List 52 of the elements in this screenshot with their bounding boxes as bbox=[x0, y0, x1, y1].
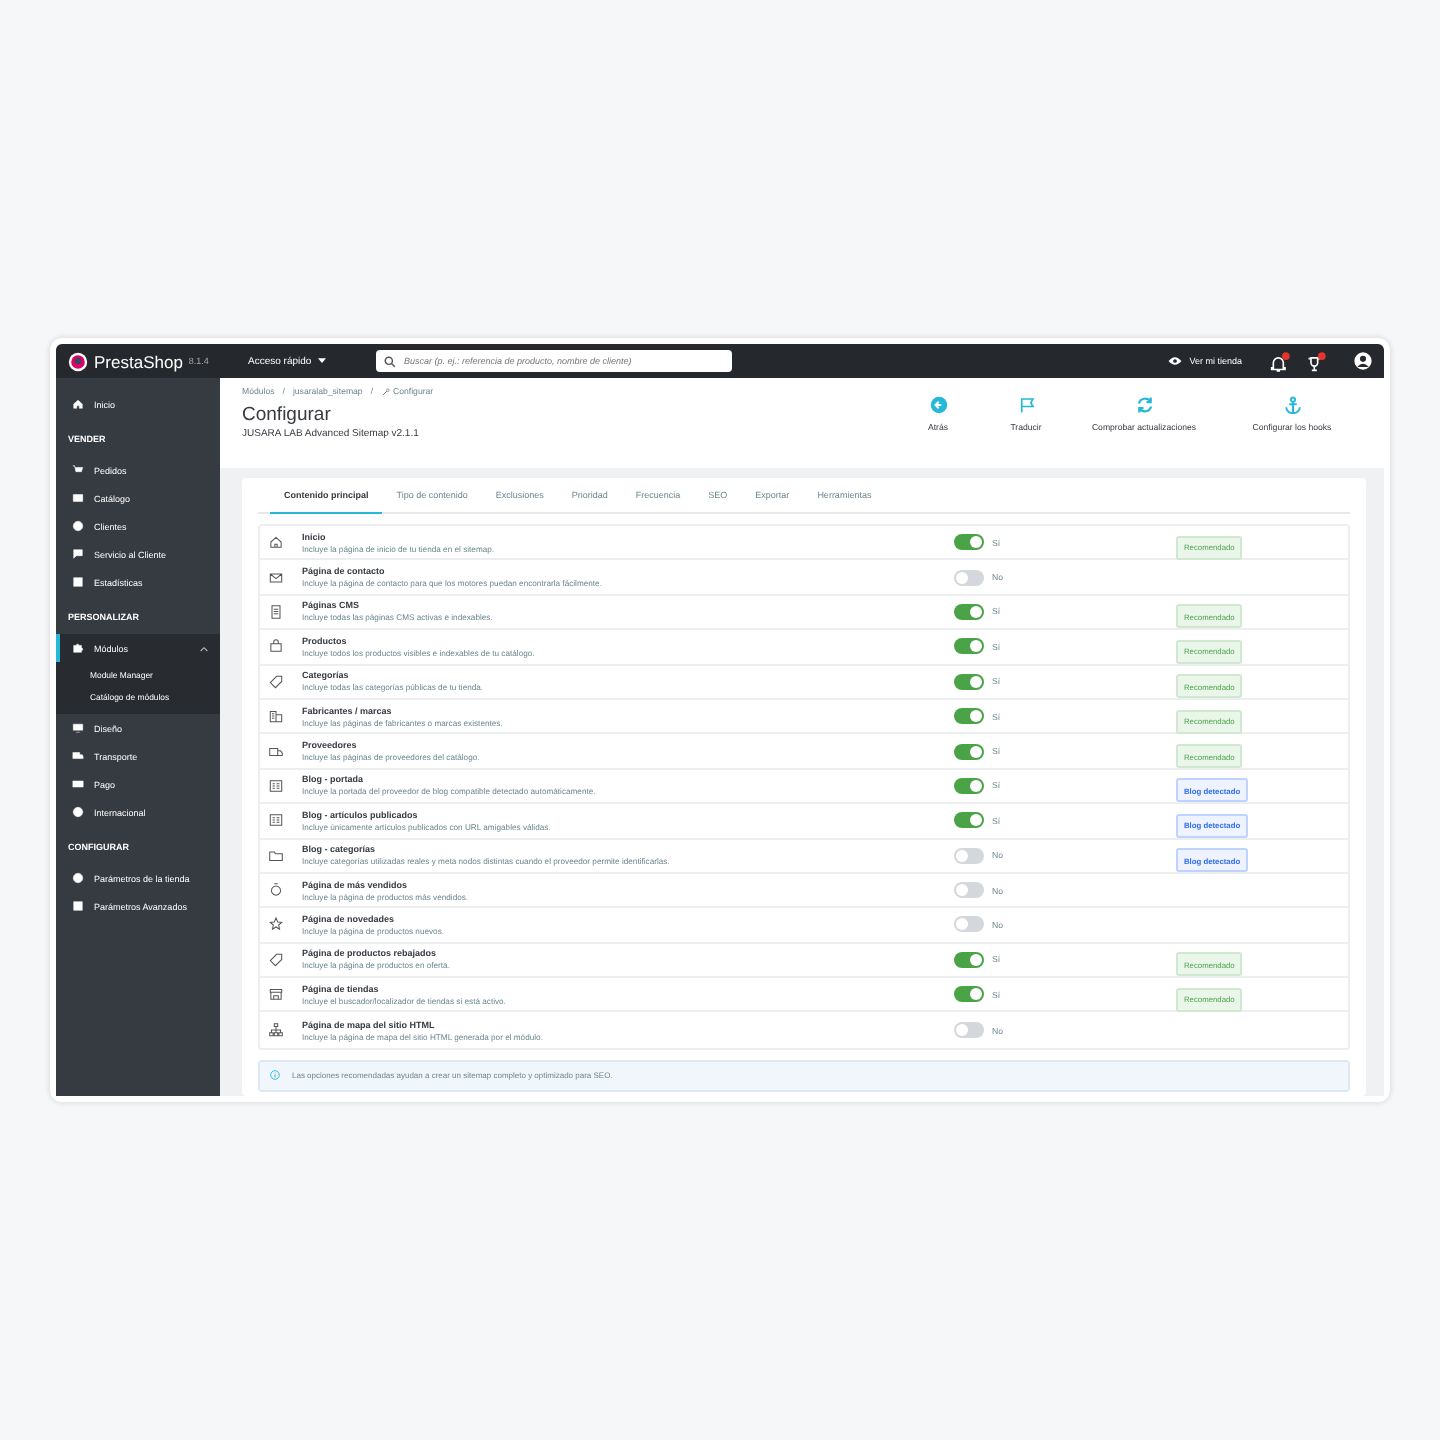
sitemap-icon bbox=[268, 1022, 284, 1039]
folder-icon bbox=[268, 847, 284, 864]
puzzle-icon bbox=[72, 642, 84, 654]
refresh-icon[interactable] bbox=[1135, 396, 1153, 414]
caret-icon bbox=[317, 358, 326, 364]
toggle-switch[interactable] bbox=[954, 638, 984, 655]
toggle-switch[interactable] bbox=[954, 847, 984, 864]
monitor-icon bbox=[72, 722, 84, 734]
toggle-switch[interactable] bbox=[954, 882, 984, 899]
truck-icon bbox=[72, 750, 84, 762]
toggle-switch[interactable] bbox=[954, 951, 984, 968]
flag-icon[interactable] bbox=[1017, 396, 1035, 414]
toggle-switch[interactable] bbox=[954, 743, 984, 760]
bag-icon bbox=[268, 638, 284, 655]
trophy-icon[interactable] bbox=[1306, 351, 1326, 371]
chat-icon bbox=[72, 548, 84, 560]
back-icon[interactable] bbox=[929, 396, 947, 414]
info-icon bbox=[270, 1070, 280, 1081]
badge-icon bbox=[268, 882, 284, 899]
wrench-icon bbox=[381, 387, 390, 395]
star-icon bbox=[268, 916, 284, 933]
bell-icon[interactable] bbox=[1270, 351, 1290, 371]
toggle-switch[interactable] bbox=[954, 1022, 984, 1039]
logo-icon bbox=[68, 351, 88, 371]
toggle-switch[interactable] bbox=[954, 673, 984, 690]
page-title: Configurar bbox=[242, 404, 333, 426]
anchor-icon[interactable] bbox=[1283, 396, 1301, 414]
toggle-switch[interactable] bbox=[954, 603, 984, 620]
toggle-switch[interactable] bbox=[954, 569, 984, 586]
tag-icon bbox=[268, 951, 284, 968]
house-icon bbox=[268, 534, 284, 551]
toggle-switch[interactable] bbox=[954, 986, 984, 1003]
envelope-icon bbox=[268, 569, 284, 586]
toggle-switch[interactable] bbox=[954, 777, 984, 794]
toggle-switch[interactable] bbox=[954, 916, 984, 933]
toggle-switch[interactable] bbox=[954, 534, 984, 551]
search-icon bbox=[384, 355, 396, 367]
toggle-switch[interactable] bbox=[954, 812, 984, 829]
cart-icon bbox=[72, 464, 84, 476]
home-icon bbox=[72, 398, 84, 410]
toggle-switch[interactable] bbox=[954, 708, 984, 725]
shop-icon bbox=[268, 986, 284, 1003]
user-avatar-icon[interactable] bbox=[1354, 352, 1372, 370]
document-icon bbox=[268, 603, 284, 620]
newspaper-icon bbox=[268, 777, 284, 794]
card-icon bbox=[72, 778, 84, 790]
eye-icon bbox=[1167, 356, 1182, 366]
tag-icon bbox=[268, 673, 284, 690]
truck-icon bbox=[268, 743, 284, 760]
logo[interactable]: PrestaShop bbox=[94, 351, 183, 371]
newspaper-icon bbox=[268, 812, 284, 829]
building-icon bbox=[268, 708, 284, 725]
